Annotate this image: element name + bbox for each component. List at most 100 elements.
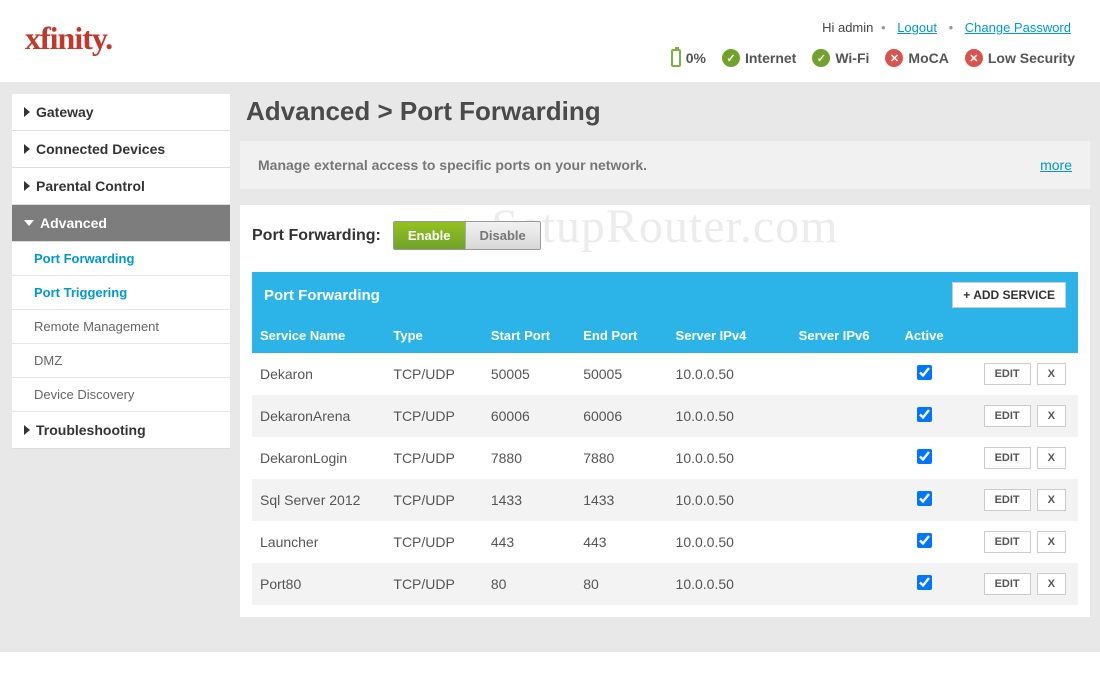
enable-button[interactable]: Enable bbox=[394, 222, 465, 249]
cell-start-port: 50005 bbox=[483, 353, 575, 395]
battery-icon bbox=[671, 49, 681, 67]
x-icon: ✕ bbox=[885, 49, 903, 67]
sidebar-item-connected-devices[interactable]: Connected Devices bbox=[12, 131, 230, 168]
sidebar-item-label: Parental Control bbox=[36, 178, 145, 194]
active-checkbox[interactable] bbox=[917, 533, 932, 548]
cell-type: TCP/UDP bbox=[385, 437, 482, 479]
table-row: Port80TCP/UDP808010.0.0.50EDITX bbox=[252, 563, 1078, 605]
cell-start-port: 7880 bbox=[483, 437, 575, 479]
cell-active bbox=[893, 395, 955, 437]
cell-server-ipv6 bbox=[791, 521, 894, 563]
cell-active bbox=[893, 479, 955, 521]
active-checkbox[interactable] bbox=[917, 575, 932, 590]
sidebar-subitem-port-forwarding[interactable]: Port Forwarding bbox=[12, 242, 230, 276]
sidebar-item-parental-control[interactable]: Parental Control bbox=[12, 168, 230, 205]
add-service-button[interactable]: + ADD SERVICE bbox=[952, 282, 1066, 308]
table-row: DekaronTCP/UDP500055000510.0.0.50EDITX bbox=[252, 353, 1078, 395]
sidebar: Gateway Connected Devices Parental Contr… bbox=[12, 94, 230, 449]
sidebar-item-gateway[interactable]: Gateway bbox=[12, 94, 230, 131]
col-server-ipv4: Server IPv4 bbox=[668, 318, 791, 353]
logo-text: xfinity bbox=[25, 20, 105, 56]
header: xfinity. Hi admin • Logout • Change Pass… bbox=[0, 0, 1100, 82]
delete-button[interactable]: X bbox=[1037, 489, 1066, 511]
table-header-row: Service Name Type Start Port End Port Se… bbox=[252, 318, 1078, 353]
cell-end-port: 60006 bbox=[575, 395, 667, 437]
cell-server-ipv6 bbox=[791, 353, 894, 395]
col-actions bbox=[955, 318, 1078, 353]
sidebar-item-troubleshooting[interactable]: Troubleshooting bbox=[12, 412, 230, 449]
edit-button[interactable]: EDIT bbox=[984, 447, 1031, 469]
description-bar: Manage external access to specific ports… bbox=[240, 141, 1090, 189]
cell-service-name: Sql Server 2012 bbox=[252, 479, 385, 521]
cell-type: TCP/UDP bbox=[385, 521, 482, 563]
edit-button[interactable]: EDIT bbox=[984, 405, 1031, 427]
cell-start-port: 80 bbox=[483, 563, 575, 605]
col-active: Active bbox=[893, 318, 955, 353]
description-text: Manage external access to specific ports… bbox=[258, 157, 647, 173]
cell-type: TCP/UDP bbox=[385, 563, 482, 605]
toggle-button-group: Enable Disable bbox=[393, 221, 541, 250]
active-checkbox[interactable] bbox=[917, 407, 932, 422]
cell-type: TCP/UDP bbox=[385, 479, 482, 521]
delete-button[interactable]: X bbox=[1037, 447, 1066, 469]
cell-service-name: Port80 bbox=[252, 563, 385, 605]
cell-active bbox=[893, 521, 955, 563]
table-title: Port Forwarding bbox=[264, 287, 380, 304]
port-forwarding-table: Port Forwarding + ADD SERVICE Service Na… bbox=[252, 272, 1078, 605]
cell-server-ipv4: 10.0.0.50 bbox=[668, 521, 791, 563]
status-wifi: ✓ Wi-Fi bbox=[812, 49, 869, 67]
sidebar-subitem-device-discovery[interactable]: Device Discovery bbox=[12, 378, 230, 412]
cell-actions: EDIT X bbox=[955, 521, 1078, 563]
active-checkbox[interactable] bbox=[917, 449, 932, 464]
caret-right-icon bbox=[24, 107, 30, 117]
cell-end-port: 50005 bbox=[575, 353, 667, 395]
active-checkbox[interactable] bbox=[917, 365, 932, 380]
more-link[interactable]: more bbox=[1040, 157, 1072, 173]
col-type: Type bbox=[385, 318, 482, 353]
sidebar-item-label: Connected Devices bbox=[36, 141, 165, 157]
cell-server-ipv4: 10.0.0.50 bbox=[668, 479, 791, 521]
delete-button[interactable]: X bbox=[1037, 363, 1066, 385]
cell-start-port: 443 bbox=[483, 521, 575, 563]
sidebar-item-advanced[interactable]: Advanced bbox=[12, 205, 230, 242]
status-security: ✕ Low Security bbox=[965, 49, 1075, 67]
battery-pct: 0% bbox=[686, 50, 706, 66]
edit-button[interactable]: EDIT bbox=[984, 531, 1031, 553]
edit-button[interactable]: EDIT bbox=[984, 363, 1031, 385]
cell-start-port: 1433 bbox=[483, 479, 575, 521]
sidebar-subitem-remote-management[interactable]: Remote Management bbox=[12, 310, 230, 344]
cell-server-ipv4: 10.0.0.50 bbox=[668, 353, 791, 395]
edit-button[interactable]: EDIT bbox=[984, 573, 1031, 595]
edit-button[interactable]: EDIT bbox=[984, 489, 1031, 511]
logout-link[interactable]: Logout bbox=[897, 20, 937, 35]
cell-actions: EDIT X bbox=[955, 437, 1078, 479]
disable-button[interactable]: Disable bbox=[465, 222, 540, 249]
table-row: DekaronLoginTCP/UDP7880788010.0.0.50EDIT… bbox=[252, 437, 1078, 479]
change-password-link[interactable]: Change Password bbox=[965, 20, 1071, 35]
table-row: Sql Server 2012TCP/UDP1433143310.0.0.50E… bbox=[252, 479, 1078, 521]
active-checkbox[interactable] bbox=[917, 491, 932, 506]
sidebar-subitem-dmz[interactable]: DMZ bbox=[12, 344, 230, 378]
check-icon: ✓ bbox=[722, 49, 740, 67]
cell-type: TCP/UDP bbox=[385, 353, 482, 395]
x-icon: ✕ bbox=[965, 49, 983, 67]
status-moca: ✕ MoCA bbox=[885, 49, 948, 67]
cell-service-name: Dekaron bbox=[252, 353, 385, 395]
cell-server-ipv6 bbox=[791, 563, 894, 605]
status-internet: ✓ Internet bbox=[722, 49, 796, 67]
cell-end-port: 1433 bbox=[575, 479, 667, 521]
cell-actions: EDIT X bbox=[955, 563, 1078, 605]
separator: • bbox=[949, 20, 954, 35]
delete-button[interactable]: X bbox=[1037, 405, 1066, 427]
cell-server-ipv6 bbox=[791, 395, 894, 437]
sidebar-subitem-port-triggering[interactable]: Port Triggering bbox=[12, 276, 230, 310]
delete-button[interactable]: X bbox=[1037, 573, 1066, 595]
main: Gateway Connected Devices Parental Contr… bbox=[0, 82, 1100, 652]
sidebar-item-label: Troubleshooting bbox=[36, 422, 146, 438]
panel: SetupRouter.com Port Forwarding: Enable … bbox=[240, 205, 1090, 617]
col-service-name: Service Name bbox=[252, 318, 385, 353]
page-title: Advanced > Port Forwarding bbox=[246, 96, 1090, 127]
cell-end-port: 80 bbox=[575, 563, 667, 605]
delete-button[interactable]: X bbox=[1037, 531, 1066, 553]
status-label: MoCA bbox=[908, 50, 948, 66]
